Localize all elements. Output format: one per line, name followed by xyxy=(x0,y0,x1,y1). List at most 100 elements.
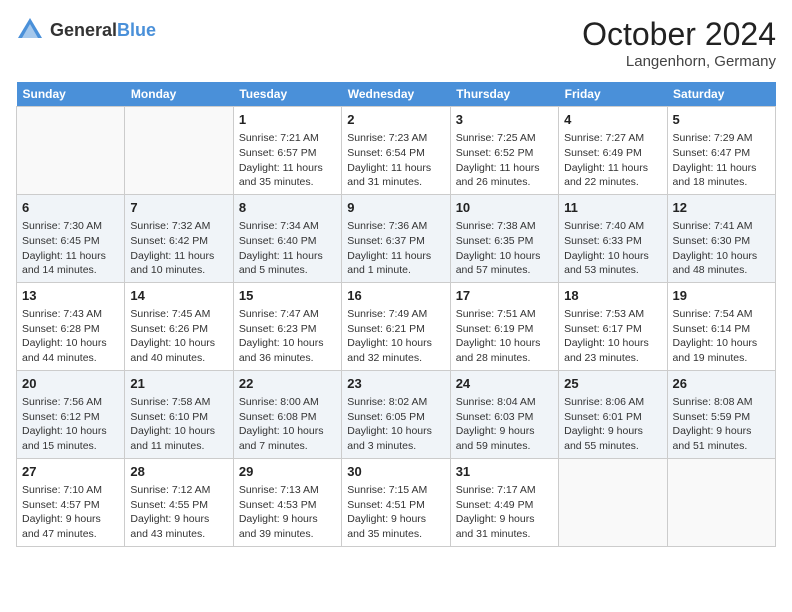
table-row: 12 Sunrise: 7:41 AMSunset: 6:30 PMDayligh… xyxy=(667,194,775,282)
day-number: 14 xyxy=(130,287,227,305)
table-row: 1Sunrise: 7:21 AMSunset: 6:57 PMDaylight… xyxy=(233,107,341,195)
day-info: Daylight: 9 hours and 35 minutes. xyxy=(347,512,444,541)
day-info: Sunrise: 7:41 AM xyxy=(673,219,770,234)
table-row: 17Sunrise: 7:51 AMSunset: 6:19 PMDayligh… xyxy=(450,282,558,370)
day-info: Daylight: 10 hours and 48 minutes. xyxy=(673,249,770,278)
day-info: Sunrise: 7:58 AM xyxy=(130,395,227,410)
day-info: Daylight: 10 hours and 19 minutes. xyxy=(673,336,770,365)
day-info: Daylight: 10 hours and 23 minutes. xyxy=(564,336,661,365)
month-title: October 2024 xyxy=(582,16,776,53)
day-info: Sunset: 6:05 PM xyxy=(347,410,444,425)
day-number: 22 xyxy=(239,375,336,393)
day-info: Sunset: 4:51 PM xyxy=(347,498,444,513)
table-row: 5Sunrise: 7:29 AMSunset: 6:47 PMDaylight… xyxy=(667,107,775,195)
calendar-week-row: 6Sunrise: 7:30 AMSunset: 6:45 PMDaylight… xyxy=(17,194,776,282)
day-info: Daylight: 10 hours and 28 minutes. xyxy=(456,336,553,365)
day-info: Sunset: 6:08 PM xyxy=(239,410,336,425)
day-info: Daylight: 9 hours and 51 minutes. xyxy=(673,424,770,453)
table-row: 19Sunrise: 7:54 AMSunset: 6:14 PMDayligh… xyxy=(667,282,775,370)
day-info: Sunset: 6:03 PM xyxy=(456,410,553,425)
day-number: 15 xyxy=(239,287,336,305)
day-info: Daylight: 11 hours and 26 minutes. xyxy=(456,161,553,190)
table-row: 6Sunrise: 7:30 AMSunset: 6:45 PMDaylight… xyxy=(17,194,125,282)
day-number: 1 xyxy=(239,111,336,129)
col-sunday: Sunday xyxy=(17,82,125,107)
day-number: 20 xyxy=(22,375,119,393)
day-info: Daylight: 10 hours and 11 minutes. xyxy=(130,424,227,453)
day-number: 21 xyxy=(130,375,227,393)
day-info: Sunset: 6:19 PM xyxy=(456,322,553,337)
day-info: Sunset: 6:30 PM xyxy=(673,234,770,249)
day-number: 23 xyxy=(347,375,444,393)
calendar-table: Sunday Monday Tuesday Wednesday Thursday… xyxy=(16,82,776,547)
day-info: Sunset: 6:26 PM xyxy=(130,322,227,337)
header-row: Sunday Monday Tuesday Wednesday Thursday… xyxy=(17,82,776,107)
day-number: 26 xyxy=(673,375,770,393)
table-row: 22Sunrise: 8:00 AMSunset: 6:08 PMDayligh… xyxy=(233,370,341,458)
day-number: 16 xyxy=(347,287,444,305)
day-info: Sunrise: 7:47 AM xyxy=(239,307,336,322)
day-info: Daylight: 9 hours and 59 minutes. xyxy=(456,424,553,453)
day-number: 31 xyxy=(456,463,553,481)
table-row xyxy=(559,458,667,546)
calendar-week-row: 27Sunrise: 7:10 AMSunset: 4:57 PMDayligh… xyxy=(17,458,776,546)
table-row: 7Sunrise: 7:32 AMSunset: 6:42 PMDaylight… xyxy=(125,194,233,282)
table-row: 16Sunrise: 7:49 AMSunset: 6:21 PMDayligh… xyxy=(342,282,450,370)
day-info: Sunset: 6:54 PM xyxy=(347,146,444,161)
table-row xyxy=(125,107,233,195)
col-saturday: Saturday xyxy=(667,82,775,107)
day-info: Sunset: 6:40 PM xyxy=(239,234,336,249)
day-info: Daylight: 9 hours and 55 minutes. xyxy=(564,424,661,453)
day-info: Sunset: 6:52 PM xyxy=(456,146,553,161)
day-number: 8 xyxy=(239,199,336,217)
location-title: Langenhorn, Germany xyxy=(582,53,776,70)
day-info: Sunrise: 7:27 AM xyxy=(564,131,661,146)
table-row: 11Sunrise: 7:40 AMSunset: 6:33 PMDayligh… xyxy=(559,194,667,282)
table-row: 23Sunrise: 8:02 AMSunset: 6:05 PMDayligh… xyxy=(342,370,450,458)
day-info: Daylight: 11 hours and 18 minutes. xyxy=(673,161,770,190)
day-info: Sunrise: 7:54 AM xyxy=(673,307,770,322)
day-info: Daylight: 11 hours and 35 minutes. xyxy=(239,161,336,190)
day-info: Daylight: 11 hours and 22 minutes. xyxy=(564,161,661,190)
table-row: 24 Sunrise: 8:04 AMSunset: 6:03 PMDayligh… xyxy=(450,370,558,458)
table-row: 30Sunrise: 7:15 AMSunset: 4:51 PMDayligh… xyxy=(342,458,450,546)
day-number: 24 xyxy=(456,375,553,393)
col-tuesday: Tuesday xyxy=(233,82,341,107)
day-info: Daylight: 10 hours and 7 minutes. xyxy=(239,424,336,453)
table-row: 18Sunrise: 7:53 AMSunset: 6:17 PMDayligh… xyxy=(559,282,667,370)
table-row xyxy=(667,458,775,546)
day-info: Sunset: 6:12 PM xyxy=(22,410,119,425)
day-number: 12 xyxy=(673,199,770,217)
logo: GeneralBlue xyxy=(16,16,156,44)
page-header: GeneralBlue October 2024 Langenhorn, Ger… xyxy=(16,16,776,70)
day-info: Sunset: 6:37 PM xyxy=(347,234,444,249)
col-thursday: Thursday xyxy=(450,82,558,107)
day-number: 19 xyxy=(673,287,770,305)
day-info: Sunrise: 7:36 AM xyxy=(347,219,444,234)
day-info: Sunrise: 7:30 AM xyxy=(22,219,119,234)
day-info: Daylight: 10 hours and 40 minutes. xyxy=(130,336,227,365)
day-info: Daylight: 9 hours and 39 minutes. xyxy=(239,512,336,541)
col-friday: Friday xyxy=(559,82,667,107)
day-info: Sunrise: 8:06 AM xyxy=(564,395,661,410)
day-info: Daylight: 10 hours and 53 minutes. xyxy=(564,249,661,278)
day-info: Sunset: 6:01 PM xyxy=(564,410,661,425)
day-number: 17 xyxy=(456,287,553,305)
day-info: Sunrise: 7:43 AM xyxy=(22,307,119,322)
day-info: Sunrise: 8:04 AM xyxy=(456,395,553,410)
day-number: 10 xyxy=(456,199,553,217)
day-info: Sunset: 6:28 PM xyxy=(22,322,119,337)
logo-blue: Blue xyxy=(117,20,156,40)
day-info: Daylight: 10 hours and 44 minutes. xyxy=(22,336,119,365)
day-info: Sunrise: 7:12 AM xyxy=(130,483,227,498)
day-number: 29 xyxy=(239,463,336,481)
day-number: 25 xyxy=(564,375,661,393)
day-info: Daylight: 10 hours and 15 minutes. xyxy=(22,424,119,453)
table-row: 8Sunrise: 7:34 AMSunset: 6:40 PMDaylight… xyxy=(233,194,341,282)
day-info: Sunrise: 7:32 AM xyxy=(130,219,227,234)
day-number: 9 xyxy=(347,199,444,217)
calendar-week-row: 1Sunrise: 7:21 AMSunset: 6:57 PMDaylight… xyxy=(17,107,776,195)
day-number: 28 xyxy=(130,463,227,481)
day-info: Sunrise: 7:23 AM xyxy=(347,131,444,146)
day-info: Sunrise: 8:02 AM xyxy=(347,395,444,410)
